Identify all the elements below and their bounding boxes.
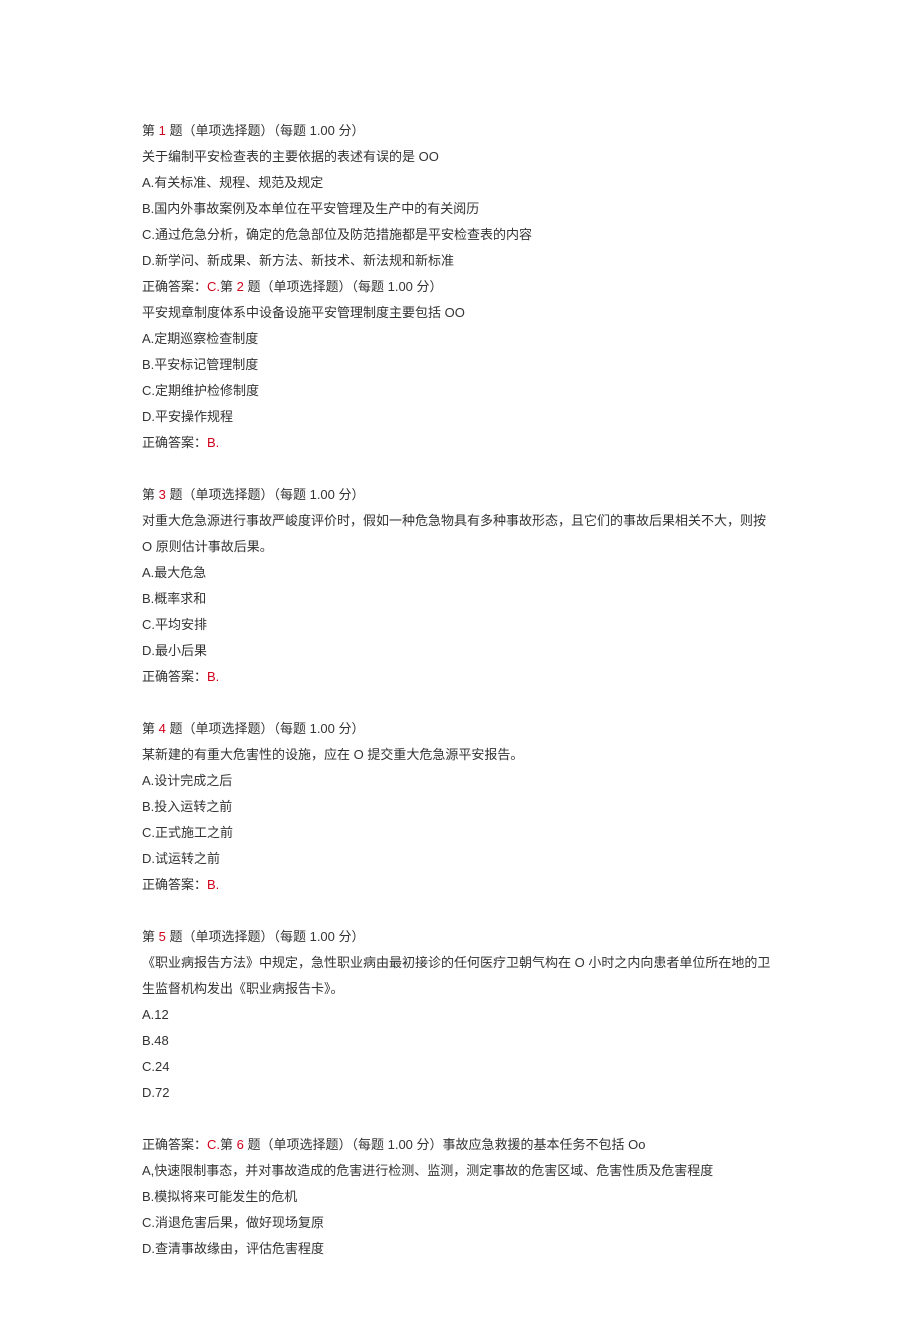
q1-answer-line: 正确答案：C.第 2 题（单项选择题）（每题 1.00 分） [142,274,778,300]
q1-after: 题（单项选择题）（每题 1.00 分） [166,123,365,138]
q5-number: 5 [159,929,166,944]
q3-after: 题（单项选择题）（每题 1.00 分） [166,487,365,502]
q6-after: 题（单项选择题）（每题 1.00 分）事故应急救援的基本任务不包括 Oo [244,1137,646,1152]
q4-answer-line: 正确答案：B. [142,872,778,898]
q1-prefix: 第 [142,123,159,138]
q2-option-c: C.定期维护检修制度 [142,378,778,404]
q6-option-c: C.消退危害后果，做好现场复原 [142,1210,778,1236]
q6-option-a: A,快速限制事态，并对事故造成的危害进行检测、监测，测定事故的危害区域、危害性质… [142,1158,778,1184]
q1-option-a: A.有关标准、规程、规范及规定 [142,170,778,196]
q3-header: 第 3 题（单项选择题）（每题 1.00 分） [142,482,778,508]
q3-answer-line: 正确答案：B. [142,664,778,690]
q1-ans: C. [207,279,220,294]
q5-option-d: D.72 [142,1080,778,1106]
q2-stem: 平安规章制度体系中设备设施平安管理制度主要包括 OO [142,300,778,326]
q4-ans: B. [207,877,219,892]
q6-prefix: 第 [220,1137,237,1152]
q3-option-b: B.概率求和 [142,586,778,612]
q4-option-a: A.设计完成之后 [142,768,778,794]
q1-stem: 关于编制平安检查表的主要依据的表述有误的是 OO [142,144,778,170]
q4-stem: 某新建的有重大危害性的设施，应在 O 提交重大危急源平安报告。 [142,742,778,768]
q5-ans: C. [207,1137,220,1152]
spacer [142,1106,778,1132]
q5-stem: 《职业病报告方法》中规定，急性职业病由最初接诊的任何医疗卫朝气构在 O 小时之内… [142,950,778,1002]
spacer [142,690,778,716]
q3-stem: 对重大危急源进行事故严峻度评价时，假如一种危急物具有多种事故形态，且它们的事故后… [142,508,778,560]
q2-ans: B. [207,435,219,450]
q2-option-a: A.定期巡察检查制度 [142,326,778,352]
q2-ans-label: 正确答案： [142,435,207,450]
q6-option-b: B.模拟将来可能发生的危机 [142,1184,778,1210]
q3-number: 3 [159,487,166,502]
q3-option-d: D.最小后果 [142,638,778,664]
q1-ans-label: 正确答案： [142,279,207,294]
q4-option-d: D.试运转之前 [142,846,778,872]
q2-option-b: B.平安标记管理制度 [142,352,778,378]
q3-ans: B. [207,669,219,684]
q2-answer-line: 正确答案：B. [142,430,778,456]
q5-option-a: A.12 [142,1002,778,1028]
q6-option-d: D.查清事故缘由，评估危害程度 [142,1236,778,1262]
q1-option-c: C.通过危急分析，确定的危急部位及防范措施都是平安检查表的内容 [142,222,778,248]
q3-prefix: 第 [142,487,159,502]
spacer [142,898,778,924]
q3-option-a: A.最大危急 [142,560,778,586]
q4-after: 题（单项选择题）（每题 1.00 分） [166,721,365,736]
document-page: 第 1 题（单项选择题）（每题 1.00 分） 关于编制平安检查表的主要依据的表… [0,0,920,1322]
q4-option-b: B.投入运转之前 [142,794,778,820]
q2-prefix: 第 [220,279,237,294]
q4-ans-label: 正确答案： [142,877,207,892]
q3-option-c: C.平均安排 [142,612,778,638]
q6-number: 6 [237,1137,244,1152]
spacer [142,456,778,482]
q5-header: 第 5 题（单项选择题）（每题 1.00 分） [142,924,778,950]
q1-option-d: D.新学问、新成果、新方法、新技术、新法规和新标准 [142,248,778,274]
q1-number: 1 [159,123,166,138]
q5-prefix: 第 [142,929,159,944]
q5-option-c: C.24 [142,1054,778,1080]
q4-prefix: 第 [142,721,159,736]
q4-option-c: C.正式施工之前 [142,820,778,846]
q2-number: 2 [237,279,244,294]
q5-after: 题（单项选择题）（每题 1.00 分） [166,929,365,944]
q1-header: 第 1 题（单项选择题）（每题 1.00 分） [142,118,778,144]
q4-number: 4 [159,721,166,736]
q1-option-b: B.国内外事故案例及本单位在平安管理及生产中的有关阅历 [142,196,778,222]
q5-option-b: B.48 [142,1028,778,1054]
q2-after: 题（单项选择题）（每题 1.00 分） [244,279,443,294]
q5-ans-label: 正确答案： [142,1137,207,1152]
q3-ans-label: 正确答案： [142,669,207,684]
q5-answer-line: 正确答案：C.第 6 题（单项选择题）（每题 1.00 分）事故应急救援的基本任… [142,1132,778,1158]
q4-header: 第 4 题（单项选择题）（每题 1.00 分） [142,716,778,742]
q2-option-d: D.平安操作规程 [142,404,778,430]
